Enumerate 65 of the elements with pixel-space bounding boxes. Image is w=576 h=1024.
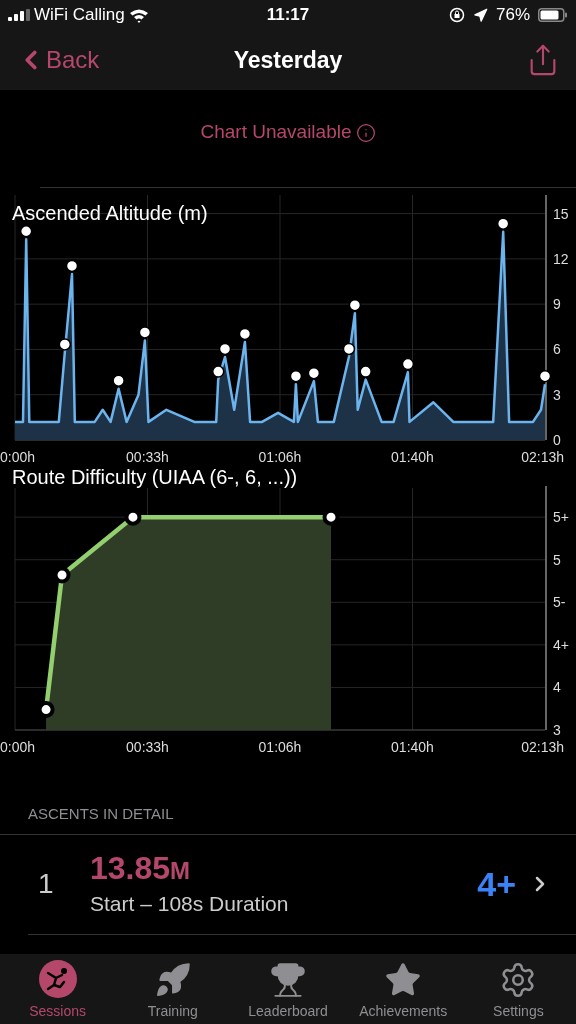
axis-label: 4 xyxy=(553,679,561,696)
ascent-height: 13.85M xyxy=(90,849,192,889)
axis-label: 9 xyxy=(553,296,561,313)
climber-icon xyxy=(37,959,78,999)
grade-label: 4+ xyxy=(477,863,516,905)
axis-label: 01:06h xyxy=(258,739,302,755)
axis-label: 0:00h xyxy=(0,739,36,755)
data-point xyxy=(212,365,225,378)
axis-label: 6 xyxy=(553,341,561,358)
battery-icon xyxy=(538,8,568,22)
tab-bar-item[interactable]: Sessions xyxy=(0,954,116,1024)
data-point xyxy=(218,342,232,356)
axis-label: 3 xyxy=(553,722,561,738)
data-point xyxy=(289,369,303,383)
axis-label: 0 xyxy=(553,432,561,448)
location-icon xyxy=(472,7,488,23)
info-icon[interactable] xyxy=(355,122,376,143)
trophy-icon xyxy=(269,961,307,999)
rotation-lock-icon xyxy=(448,7,465,23)
data-point xyxy=(238,327,252,341)
battery-percent: 76% xyxy=(495,4,530,27)
back-button[interactable]: Back xyxy=(16,42,100,78)
axis-label: 15 xyxy=(553,205,569,222)
data-point xyxy=(58,338,72,351)
data-point xyxy=(138,326,152,339)
tab-bar-item[interactable]: Leaderboard xyxy=(230,954,346,1024)
axis-label: 01:40h xyxy=(391,449,434,465)
section-header: ASCENTS IN DETAIL xyxy=(27,804,175,824)
data-point xyxy=(359,365,372,378)
axis-label: 02:13h xyxy=(521,449,564,465)
tab-bar-item[interactable]: Achievements xyxy=(345,954,461,1024)
wifi-icon xyxy=(128,7,149,23)
axis-label: 01:06h xyxy=(258,449,302,465)
axis-label: 5- xyxy=(553,594,566,611)
axis-label: 12 xyxy=(553,250,569,267)
data-point xyxy=(496,217,510,230)
page-title: Yesterday xyxy=(232,45,344,75)
data-point xyxy=(112,374,125,387)
clock: 11:17 xyxy=(265,4,311,27)
axis-label: 00:33h xyxy=(126,739,169,755)
ascent-row[interactable]: 1 13.85M Start – 108s Duration 4+ xyxy=(28,834,576,935)
axis-label: 4+ xyxy=(553,636,569,653)
axis-label: 0:00h xyxy=(0,449,36,465)
data-point xyxy=(19,225,33,238)
chart-title: Ascended Altitude (m) xyxy=(12,202,208,224)
data-point xyxy=(348,298,362,312)
axis-label: 3 xyxy=(553,386,561,403)
axis-label: 5 xyxy=(553,551,561,568)
data-point xyxy=(538,369,552,383)
ascent-subtitle: Start – 108s Duration xyxy=(90,891,290,918)
axis-label: 00:33h xyxy=(126,449,169,465)
ascent-number: 1 xyxy=(37,867,55,901)
chart-unavailable-text: Chart Unavailable xyxy=(200,120,352,145)
data-point xyxy=(307,366,321,380)
axis-label: 01:40h xyxy=(391,739,434,755)
data-point xyxy=(65,259,79,273)
axis-label: 02:13h xyxy=(521,739,564,755)
chart-title: Route Difficulty (UIAA (6-, 6, ...)) xyxy=(12,466,298,488)
tab-bar-item[interactable]: Training xyxy=(115,954,231,1024)
data-point xyxy=(342,342,356,356)
data-point xyxy=(401,357,415,371)
carrier-label: WiFi Calling xyxy=(34,4,125,27)
tab-bar-item[interactable]: Settings xyxy=(460,954,576,1024)
signal-icon xyxy=(8,9,30,21)
axis-label: 5+ xyxy=(553,509,569,526)
